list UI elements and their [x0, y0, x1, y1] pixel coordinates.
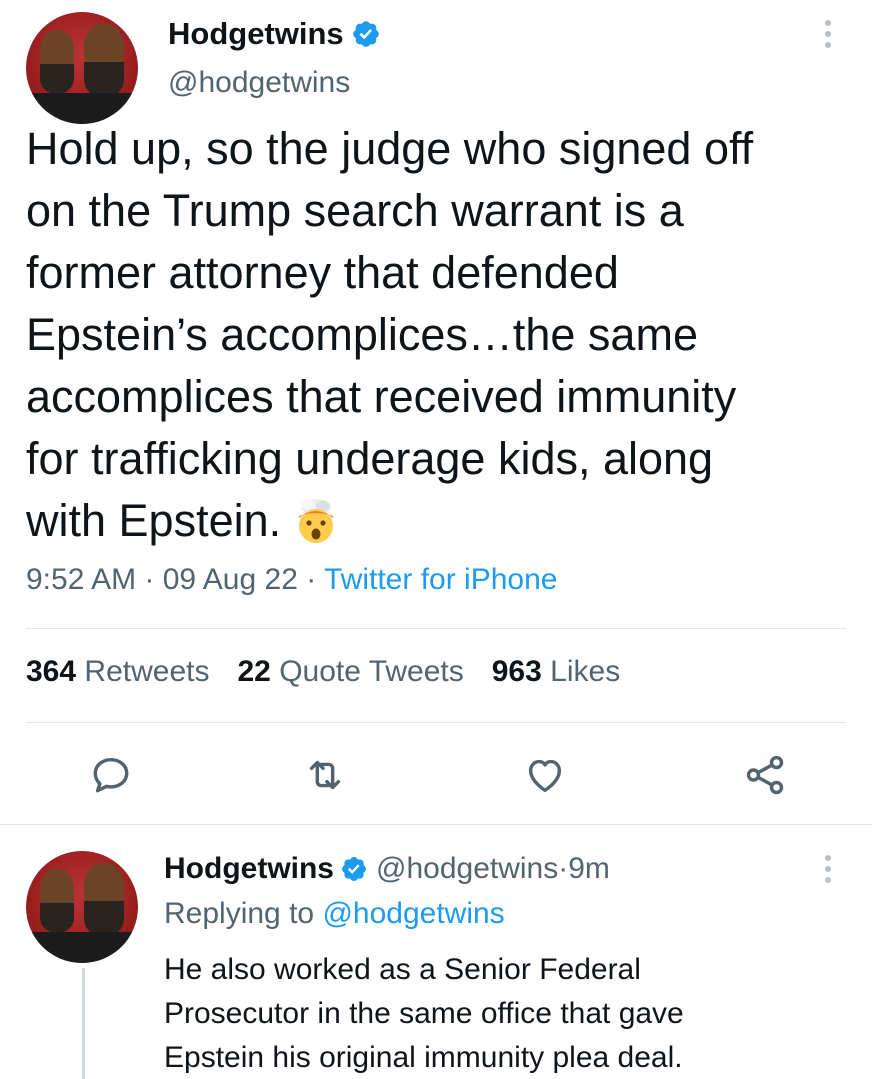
replying-to-label: Replying to — [164, 897, 323, 930]
verified-badge-icon — [352, 21, 379, 47]
author-avatar[interactable] — [26, 12, 138, 124]
tweet-text-line: on the Trump search warrant is a — [26, 185, 684, 236]
tweet-text-line: for trafficking underage kids, along — [26, 433, 714, 484]
retweets-label: Retweets — [84, 655, 210, 688]
meta-separator: · — [558, 852, 569, 885]
reply-text: He also worked as a Senior Federal Prose… — [164, 948, 854, 1079]
reply-more-options-button[interactable] — [821, 855, 835, 883]
tweet-text-line-last: with Epstein. — [26, 490, 846, 552]
quote-tweets-label: Quote Tweets — [279, 655, 464, 688]
divider — [26, 628, 846, 629]
dot-icon — [825, 855, 831, 861]
tweet-text-line: accomplices that received immunity — [26, 371, 737, 422]
reply-author-handle[interactable]: @hodgetwins — [376, 852, 558, 886]
more-options-button[interactable] — [821, 20, 835, 48]
tweet-text-line: with Epstein. — [26, 495, 282, 546]
tweet-stats: 364 Retweets 22 Quote Tweets 963 Likes — [26, 655, 620, 689]
reply-time-ago[interactable]: 9m — [568, 852, 610, 886]
retweets-stat[interactable]: 364 Retweets — [26, 655, 209, 689]
tweet-action-bar — [0, 752, 872, 802]
divider — [0, 824, 872, 825]
meta-separator: · — [297, 563, 325, 596]
reply-text-line: Epstein his original immunity plea deal. — [164, 1041, 683, 1074]
reply-text-line: Prosecutor in the same office that gave — [164, 997, 684, 1030]
replying-to-mention[interactable]: @hodgetwins — [322, 897, 504, 930]
dot-icon — [825, 866, 831, 872]
tweet-text: Hold up, so the judge who signed off on … — [26, 118, 846, 552]
dot-icon — [825, 877, 831, 883]
reply-author-row: Hodgetwins @hodgetwins · 9m — [164, 852, 610, 886]
tweet-source[interactable]: Twitter for iPhone — [324, 563, 557, 596]
dot-icon — [825, 31, 831, 37]
reply-author-avatar[interactable] — [26, 851, 138, 963]
retweet-icon[interactable] — [302, 752, 348, 798]
likes-count: 963 — [491, 655, 542, 688]
likes-stat[interactable]: 963 Likes — [492, 655, 620, 689]
reply-author-display-name[interactable]: Hodgetwins — [164, 852, 334, 886]
author-name-row: Hodgetwins — [168, 16, 381, 52]
share-icon[interactable] — [742, 752, 788, 798]
tweet-time[interactable]: 9:52 AM — [26, 563, 136, 596]
likes-label: Likes — [550, 655, 621, 688]
author-handle[interactable]: @hodgetwins — [168, 66, 350, 100]
reply-icon[interactable] — [88, 752, 134, 798]
retweets-count: 364 — [26, 655, 77, 688]
meta-separator: · — [136, 563, 163, 596]
quote-tweets-stat[interactable]: 22 Quote Tweets — [237, 655, 463, 689]
tweet-text-line: Epstein’s accomplices…the same — [26, 309, 698, 360]
exploding-head-emoji-icon — [299, 499, 334, 543]
thread-line — [82, 968, 85, 1079]
quote-tweets-count: 22 — [237, 655, 271, 688]
tweet-date[interactable]: 09 Aug 22 — [163, 563, 298, 596]
verified-badge-icon — [342, 857, 366, 881]
author-display-name[interactable]: Hodgetwins — [168, 16, 344, 52]
tweet-meta: 9:52 AM · 09 Aug 22 · Twitter for iPhone — [26, 563, 557, 597]
reply-text-line: He also worked as a Senior Federal — [164, 953, 641, 986]
dot-icon — [825, 20, 831, 26]
dot-icon — [825, 42, 831, 48]
tweet-text-line: former attorney that defended — [26, 247, 619, 298]
replying-to: Replying to @hodgetwins — [164, 897, 505, 931]
like-icon[interactable] — [522, 752, 568, 798]
divider — [26, 722, 846, 723]
tweet-text-line: Hold up, so the judge who signed off — [26, 123, 754, 174]
